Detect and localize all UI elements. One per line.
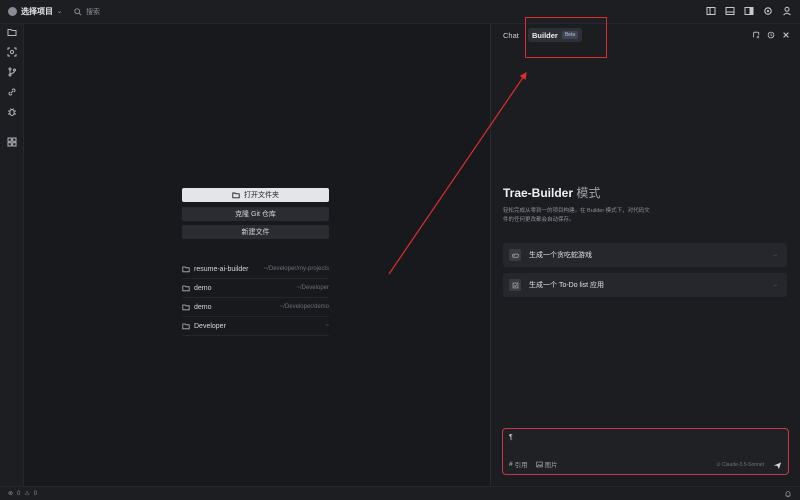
annotation-arrow bbox=[388, 72, 527, 275]
